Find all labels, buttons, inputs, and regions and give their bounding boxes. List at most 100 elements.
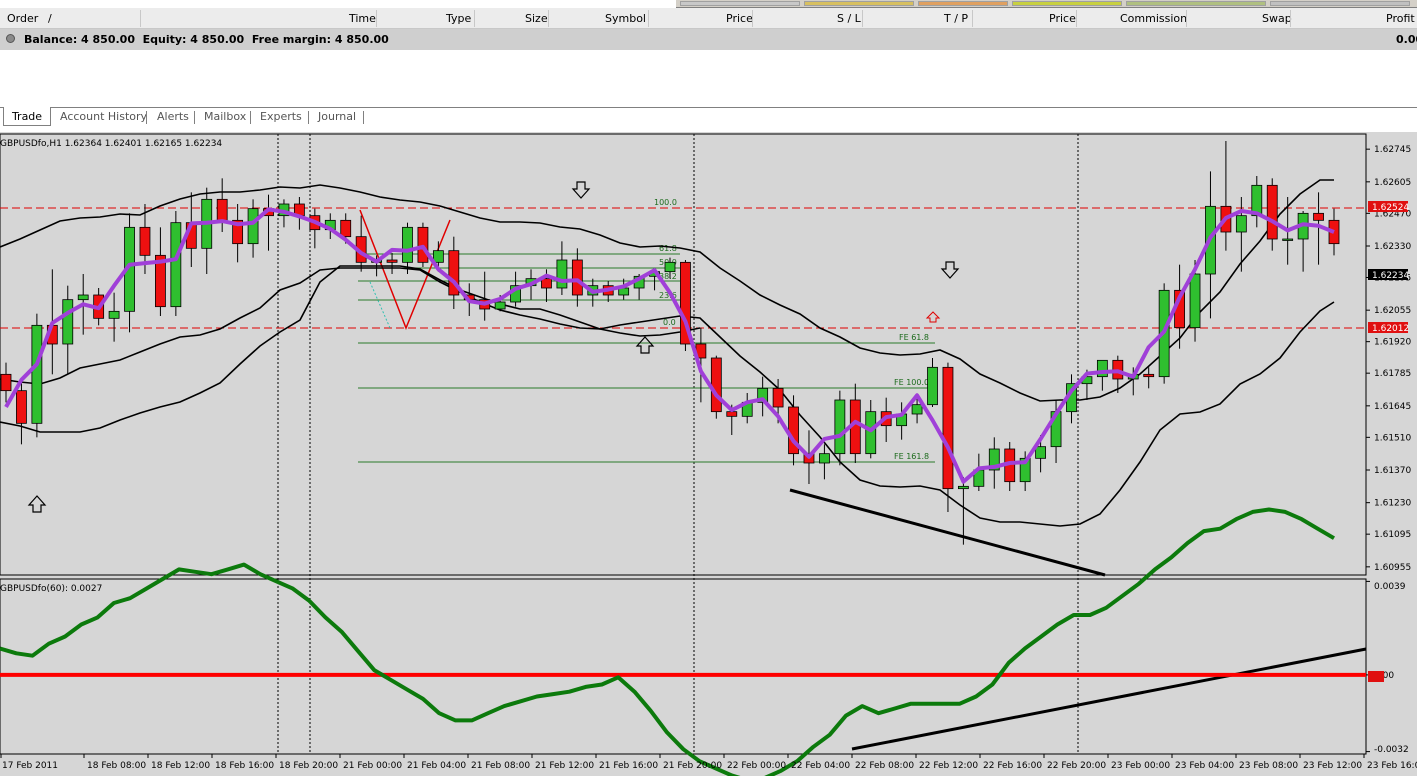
time-tick-label: 21 Feb 20:00 (663, 761, 722, 771)
bearish-candle[interactable] (726, 411, 738, 417)
oscillator-pane[interactable] (0, 578, 1367, 755)
fe-label-161-8: FE 161.8 (894, 452, 929, 461)
bullish-candle[interactable] (819, 453, 830, 464)
bullish-candle[interactable] (834, 399, 846, 455)
column-stop-loss[interactable]: S / L (837, 12, 861, 25)
price-tick-label: 1.60955 (1374, 563, 1411, 573)
bearish-candle[interactable] (0, 373, 12, 392)
current-price-label: 1.62234 (1372, 271, 1409, 281)
bullish-candle[interactable] (664, 261, 676, 273)
profit-total: 0.00 (1396, 33, 1417, 46)
bearish-candle[interactable] (1313, 212, 1324, 221)
column-time[interactable]: Time (349, 12, 376, 25)
column-symbol[interactable]: Symbol (605, 12, 646, 25)
column-type[interactable]: Type (446, 12, 471, 25)
time-tick-label: 18 Feb 12:00 (151, 761, 210, 771)
time-axis[interactable]: 17 Feb 2011 18 Feb 08:00 18 Feb 12:00 18 Fe… (0, 754, 1417, 771)
fib-label-61-8: 61.8 (659, 244, 677, 253)
time-tick-label: 21 Feb 12:00 (535, 761, 594, 771)
time-tick-label: 23 Feb 04:00 (1175, 761, 1234, 771)
oscillator-axis[interactable]: 0.00390.00-0.0032 (1366, 580, 1409, 755)
chart-canvas[interactable]: GBPUSDfo,H1 1.62364 1.62401 1.62165 1.62… (0, 132, 1417, 780)
time-tick-label: 23 Feb 16:00 (1367, 761, 1417, 771)
bearish-candle[interactable] (340, 219, 352, 238)
time-tick-label: 22 Feb 08:00 (855, 761, 914, 771)
oscillator-title: GBPUSDfo(60): 0.0027 (0, 584, 102, 594)
bearish-candle[interactable] (16, 390, 27, 424)
column-close-price[interactable]: Price (1049, 12, 1076, 25)
bearish-candle[interactable] (541, 278, 552, 289)
bullish-candle[interactable] (1189, 273, 1201, 329)
balance-row: Balance: 4 850.00 Equity: 4 850.00 Free … (0, 29, 1417, 50)
tab-alerts[interactable]: Alerts (157, 110, 189, 123)
bullish-candle[interactable] (170, 222, 182, 308)
bearish-candle[interactable] (386, 259, 398, 263)
chart-window[interactable]: GBPUSDfo,H1 1.62364 1.62401 1.62165 1.62… (0, 132, 1417, 780)
time-tick-label: 23 Feb 00:00 (1111, 761, 1170, 771)
support-price-label: 1.62012 (1372, 324, 1409, 334)
column-profit[interactable]: Profit (1386, 12, 1415, 25)
oscillator-tick-label: -0.0032 (1374, 745, 1409, 755)
bullish-candle[interactable] (247, 208, 259, 245)
bearish-candle[interactable] (772, 387, 784, 408)
time-tick-label: 22 Feb 12:00 (919, 761, 978, 771)
orders-table-header: Order / Time Type Size Symbol Price S / … (0, 8, 1417, 29)
tab-experts[interactable]: Experts (260, 110, 302, 123)
bullish-candle[interactable] (865, 411, 877, 455)
tab-journal[interactable]: Journal (318, 110, 356, 123)
time-tick-label: 17 Feb 2011 (2, 761, 58, 771)
bearish-candle[interactable] (710, 357, 722, 413)
column-price[interactable]: Price (726, 12, 753, 25)
bullish-candle[interactable] (62, 299, 74, 345)
price-tick-label: 1.61920 (1374, 338, 1411, 348)
column-take-profit[interactable]: T / P (944, 12, 968, 25)
fib-label-100: 100.0 (654, 198, 677, 207)
bullish-candle[interactable] (402, 226, 413, 263)
bullish-candle[interactable] (1035, 446, 1047, 459)
bearish-candle[interactable] (139, 226, 151, 256)
balance-summary: Balance: 4 850.00 Equity: 4 850.00 Free … (24, 33, 389, 46)
bullish-candle[interactable] (1282, 238, 1294, 241)
bullish-candle[interactable] (927, 366, 938, 406)
tab-mailbox[interactable]: Mailbox (204, 110, 246, 123)
price-tick-label: 1.61785 (1374, 369, 1411, 379)
fib-label-0: 0.0 (663, 318, 676, 327)
tab-trade[interactable]: Trade (3, 107, 51, 126)
column-swap[interactable]: Swap (1262, 12, 1292, 25)
bullish-candle[interactable] (31, 324, 43, 424)
main-chart-title: GBPUSDfo,H1 1.62364 1.62401 1.62165 1.62… (0, 139, 222, 149)
bearish-candle[interactable] (1143, 373, 1155, 378)
price-tick-label: 1.62055 (1374, 306, 1411, 316)
price-tick-label: 1.61510 (1374, 433, 1411, 443)
fe-label-61-8: FE 61.8 (899, 333, 929, 342)
bearish-candle[interactable] (571, 259, 583, 296)
time-tick-label: 22 Feb 00:00 (727, 761, 786, 771)
time-tick-label: 22 Feb 20:00 (1047, 761, 1106, 771)
price-tick-label: 1.62330 (1374, 242, 1411, 252)
bullish-candle[interactable] (957, 485, 969, 490)
column-order[interactable]: Order (7, 12, 38, 25)
bearish-candle[interactable] (942, 366, 954, 490)
bullish-candle[interactable] (556, 259, 568, 289)
price-tick-label: 1.61230 (1374, 499, 1411, 509)
bullish-candle[interactable] (494, 301, 506, 310)
sort-indicator: / (48, 12, 52, 25)
column-size[interactable]: Size (525, 12, 548, 25)
bullish-candle[interactable] (911, 404, 923, 415)
bullish-candle[interactable] (77, 294, 89, 301)
column-commission[interactable]: Commission (1120, 12, 1187, 25)
bullish-candle[interactable] (108, 310, 120, 319)
time-tick-label: 21 Feb 04:00 (407, 761, 466, 771)
bullish-candle[interactable] (432, 250, 444, 263)
time-tick-label: 18 Feb 08:00 (87, 761, 146, 771)
time-tick-label: 21 Feb 08:00 (471, 761, 530, 771)
zero-level-tag (1368, 671, 1384, 682)
time-tick-label: 18 Feb 20:00 (279, 761, 338, 771)
bullish-candle[interactable] (1235, 215, 1247, 233)
tab-account-history[interactable]: Account History (60, 110, 147, 123)
time-tick-label: 21 Feb 16:00 (599, 761, 658, 771)
bearish-candle[interactable] (216, 198, 228, 221)
time-tick-label: 23 Feb 12:00 (1303, 761, 1362, 771)
bearish-candle[interactable] (1266, 184, 1278, 240)
price-tick-label: 1.61645 (1374, 402, 1411, 412)
